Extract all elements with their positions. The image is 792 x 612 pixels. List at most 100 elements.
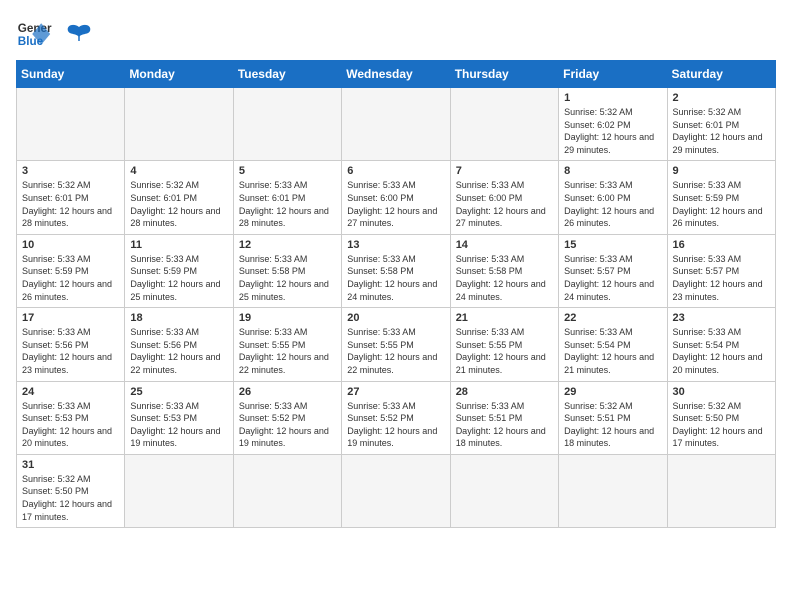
calendar-day-cell xyxy=(17,88,125,161)
day-info: Sunrise: 5:33 AM Sunset: 5:52 PM Dayligh… xyxy=(239,400,336,450)
day-of-week-header: Sunday xyxy=(17,61,125,88)
calendar-day-cell: 9 Sunrise: 5:33 AM Sunset: 5:59 PM Daylig… xyxy=(667,161,775,234)
day-number: 2 xyxy=(673,92,770,104)
calendar-day-cell: 17 Sunrise: 5:33 AM Sunset: 5:56 PM Dayli… xyxy=(17,308,125,381)
day-of-week-header: Saturday xyxy=(667,61,775,88)
calendar-day-cell: 1 Sunrise: 5:32 AM Sunset: 6:02 PM Daylig… xyxy=(559,88,667,161)
day-number: 5 xyxy=(239,165,336,177)
day-info: Sunrise: 5:32 AM Sunset: 6:01 PM Dayligh… xyxy=(130,179,227,229)
day-info: Sunrise: 5:32 AM Sunset: 5:50 PM Dayligh… xyxy=(673,400,770,450)
calendar-week-row: 1 Sunrise: 5:32 AM Sunset: 6:02 PM Daylig… xyxy=(17,88,776,161)
calendar-day-cell xyxy=(125,454,233,527)
day-number: 13 xyxy=(347,239,444,251)
calendar-day-cell: 5 Sunrise: 5:33 AM Sunset: 6:01 PM Daylig… xyxy=(233,161,341,234)
calendar-day-cell: 10 Sunrise: 5:33 AM Sunset: 5:59 PM Dayli… xyxy=(17,234,125,307)
day-number: 28 xyxy=(456,386,553,398)
day-number: 4 xyxy=(130,165,227,177)
day-number: 14 xyxy=(456,239,553,251)
calendar-day-cell xyxy=(233,454,341,527)
calendar-day-cell: 28 Sunrise: 5:33 AM Sunset: 5:51 PM Dayli… xyxy=(450,381,558,454)
day-info: Sunrise: 5:32 AM Sunset: 6:02 PM Dayligh… xyxy=(564,106,661,156)
logo: General Blue xyxy=(16,16,94,52)
day-number: 19 xyxy=(239,312,336,324)
day-number: 16 xyxy=(673,239,770,251)
day-info: Sunrise: 5:33 AM Sunset: 5:54 PM Dayligh… xyxy=(564,326,661,376)
calendar-day-cell: 2 Sunrise: 5:32 AM Sunset: 6:01 PM Daylig… xyxy=(667,88,775,161)
day-info: Sunrise: 5:33 AM Sunset: 6:00 PM Dayligh… xyxy=(456,179,553,229)
day-info: Sunrise: 5:33 AM Sunset: 5:51 PM Dayligh… xyxy=(456,400,553,450)
day-number: 20 xyxy=(347,312,444,324)
calendar-day-cell: 6Sunrise: 5:33 AM Sunset: 6:00 PM Daylig… xyxy=(342,161,450,234)
day-number: 29 xyxy=(564,386,661,398)
day-info: Sunrise: 5:33 AM Sunset: 5:56 PM Dayligh… xyxy=(130,326,227,376)
day-of-week-header: Wednesday xyxy=(342,61,450,88)
day-info: Sunrise: 5:33 AM Sunset: 6:01 PM Dayligh… xyxy=(239,179,336,229)
calendar-week-row: 3 Sunrise: 5:32 AM Sunset: 6:01 PM Daylig… xyxy=(17,161,776,234)
calendar-day-cell: 22 Sunrise: 5:33 AM Sunset: 5:54 PM Dayli… xyxy=(559,308,667,381)
calendar-day-cell: 25 Sunrise: 5:33 AM Sunset: 5:53 PM Dayli… xyxy=(125,381,233,454)
day-number: 11 xyxy=(130,239,227,251)
day-number: 27 xyxy=(347,386,444,398)
day-number: 17 xyxy=(22,312,119,324)
day-info: Sunrise: 5:33 AM Sunset: 5:58 PM Dayligh… xyxy=(456,253,553,303)
day-number: 12 xyxy=(239,239,336,251)
calendar-day-cell xyxy=(450,88,558,161)
day-info: Sunrise: 5:33 AM Sunset: 5:59 PM Dayligh… xyxy=(673,179,770,229)
calendar-day-cell: 8Sunrise: 5:33 AM Sunset: 6:00 PM Daylig… xyxy=(559,161,667,234)
day-info: Sunrise: 5:33 AM Sunset: 5:55 PM Dayligh… xyxy=(456,326,553,376)
day-number: 1 xyxy=(564,92,661,104)
day-number: 18 xyxy=(130,312,227,324)
day-info: Sunrise: 5:33 AM Sunset: 5:52 PM Dayligh… xyxy=(347,400,444,450)
calendar-day-cell: 12Sunrise: 5:33 AM Sunset: 5:58 PM Dayli… xyxy=(233,234,341,307)
day-info: Sunrise: 5:33 AM Sunset: 5:58 PM Dayligh… xyxy=(347,253,444,303)
calendar-day-cell xyxy=(342,454,450,527)
calendar-day-cell: 20 Sunrise: 5:33 AM Sunset: 5:55 PM Dayli… xyxy=(342,308,450,381)
day-number: 25 xyxy=(130,386,227,398)
day-info: Sunrise: 5:33 AM Sunset: 5:53 PM Dayligh… xyxy=(130,400,227,450)
calendar-week-row: 24Sunrise: 5:33 AM Sunset: 5:53 PM Dayli… xyxy=(17,381,776,454)
day-number: 10 xyxy=(22,239,119,251)
day-number: 15 xyxy=(564,239,661,251)
calendar-day-cell: 23Sunrise: 5:33 AM Sunset: 5:54 PM Dayli… xyxy=(667,308,775,381)
calendar-day-cell: 16 Sunrise: 5:33 AM Sunset: 5:57 PM Dayli… xyxy=(667,234,775,307)
calendar-day-cell: 4 Sunrise: 5:32 AM Sunset: 6:01 PM Daylig… xyxy=(125,161,233,234)
calendar-day-cell: 3 Sunrise: 5:32 AM Sunset: 6:01 PM Daylig… xyxy=(17,161,125,234)
day-info: Sunrise: 5:33 AM Sunset: 5:59 PM Dayligh… xyxy=(130,253,227,303)
calendar-day-cell xyxy=(559,454,667,527)
day-of-week-header: Friday xyxy=(559,61,667,88)
day-number: 7 xyxy=(456,165,553,177)
day-info: Sunrise: 5:32 AM Sunset: 6:01 PM Dayligh… xyxy=(22,179,119,229)
calendar-week-row: 17 Sunrise: 5:33 AM Sunset: 5:56 PM Dayli… xyxy=(17,308,776,381)
day-info: Sunrise: 5:32 AM Sunset: 6:01 PM Dayligh… xyxy=(673,106,770,156)
calendar-day-cell: 18 Sunrise: 5:33 AM Sunset: 5:56 PM Dayli… xyxy=(125,308,233,381)
day-info: Sunrise: 5:33 AM Sunset: 5:59 PM Dayligh… xyxy=(22,253,119,303)
calendar-week-row: 31Sunrise: 5:32 AM Sunset: 5:50 PM Dayli… xyxy=(17,454,776,527)
calendar-week-row: 10 Sunrise: 5:33 AM Sunset: 5:59 PM Dayli… xyxy=(17,234,776,307)
day-number: 9 xyxy=(673,165,770,177)
day-info: Sunrise: 5:33 AM Sunset: 5:57 PM Dayligh… xyxy=(673,253,770,303)
day-number: 22 xyxy=(564,312,661,324)
day-number: 3 xyxy=(22,165,119,177)
day-of-week-header: Monday xyxy=(125,61,233,88)
day-of-week-header: Thursday xyxy=(450,61,558,88)
calendar-day-cell: 7 Sunrise: 5:33 AM Sunset: 6:00 PM Daylig… xyxy=(450,161,558,234)
calendar-day-cell: 27 Sunrise: 5:33 AM Sunset: 5:52 PM Dayli… xyxy=(342,381,450,454)
calendar-day-cell xyxy=(667,454,775,527)
calendar-table: SundayMondayTuesdayWednesdayThursdayFrid… xyxy=(16,60,776,528)
day-number: 31 xyxy=(22,459,119,471)
day-number: 26 xyxy=(239,386,336,398)
day-info: Sunrise: 5:33 AM Sunset: 6:00 PM Dayligh… xyxy=(347,179,444,229)
calendar-day-cell: 26 Sunrise: 5:33 AM Sunset: 5:52 PM Dayli… xyxy=(233,381,341,454)
calendar-day-cell: 19Sunrise: 5:33 AM Sunset: 5:55 PM Dayli… xyxy=(233,308,341,381)
calendar-day-cell: 13 Sunrise: 5:33 AM Sunset: 5:58 PM Dayli… xyxy=(342,234,450,307)
calendar-day-cell: 14 Sunrise: 5:33 AM Sunset: 5:58 PM Dayli… xyxy=(450,234,558,307)
day-number: 8 xyxy=(564,165,661,177)
calendar-day-cell: 31Sunrise: 5:32 AM Sunset: 5:50 PM Dayli… xyxy=(17,454,125,527)
day-info: Sunrise: 5:33 AM Sunset: 5:55 PM Dayligh… xyxy=(347,326,444,376)
day-info: Sunrise: 5:33 AM Sunset: 5:57 PM Dayligh… xyxy=(564,253,661,303)
day-of-week-header: Tuesday xyxy=(233,61,341,88)
calendar-day-cell xyxy=(342,88,450,161)
calendar-day-cell xyxy=(233,88,341,161)
day-info: Sunrise: 5:33 AM Sunset: 5:56 PM Dayligh… xyxy=(22,326,119,376)
day-number: 30 xyxy=(673,386,770,398)
